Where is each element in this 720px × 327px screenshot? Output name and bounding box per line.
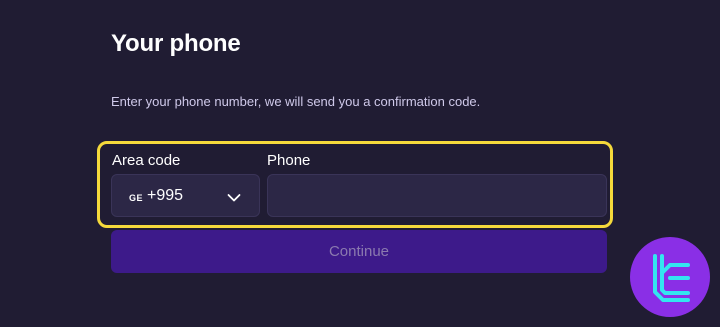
phone-input[interactable]: [267, 174, 607, 217]
continue-button[interactable]: Continue: [111, 230, 607, 273]
page-subtitle: Enter your phone number, we will send yo…: [111, 94, 481, 109]
page-title: Your phone: [111, 30, 241, 57]
country-flag: GE: [129, 193, 144, 203]
area-code-label: Area code: [112, 152, 181, 169]
area-code-select[interactable]: GE +995: [111, 174, 260, 217]
phone-label: Phone: [267, 152, 311, 169]
brand-logo: [630, 237, 710, 317]
chevron-down-icon: [227, 190, 241, 202]
dial-code: +995: [147, 187, 184, 204]
